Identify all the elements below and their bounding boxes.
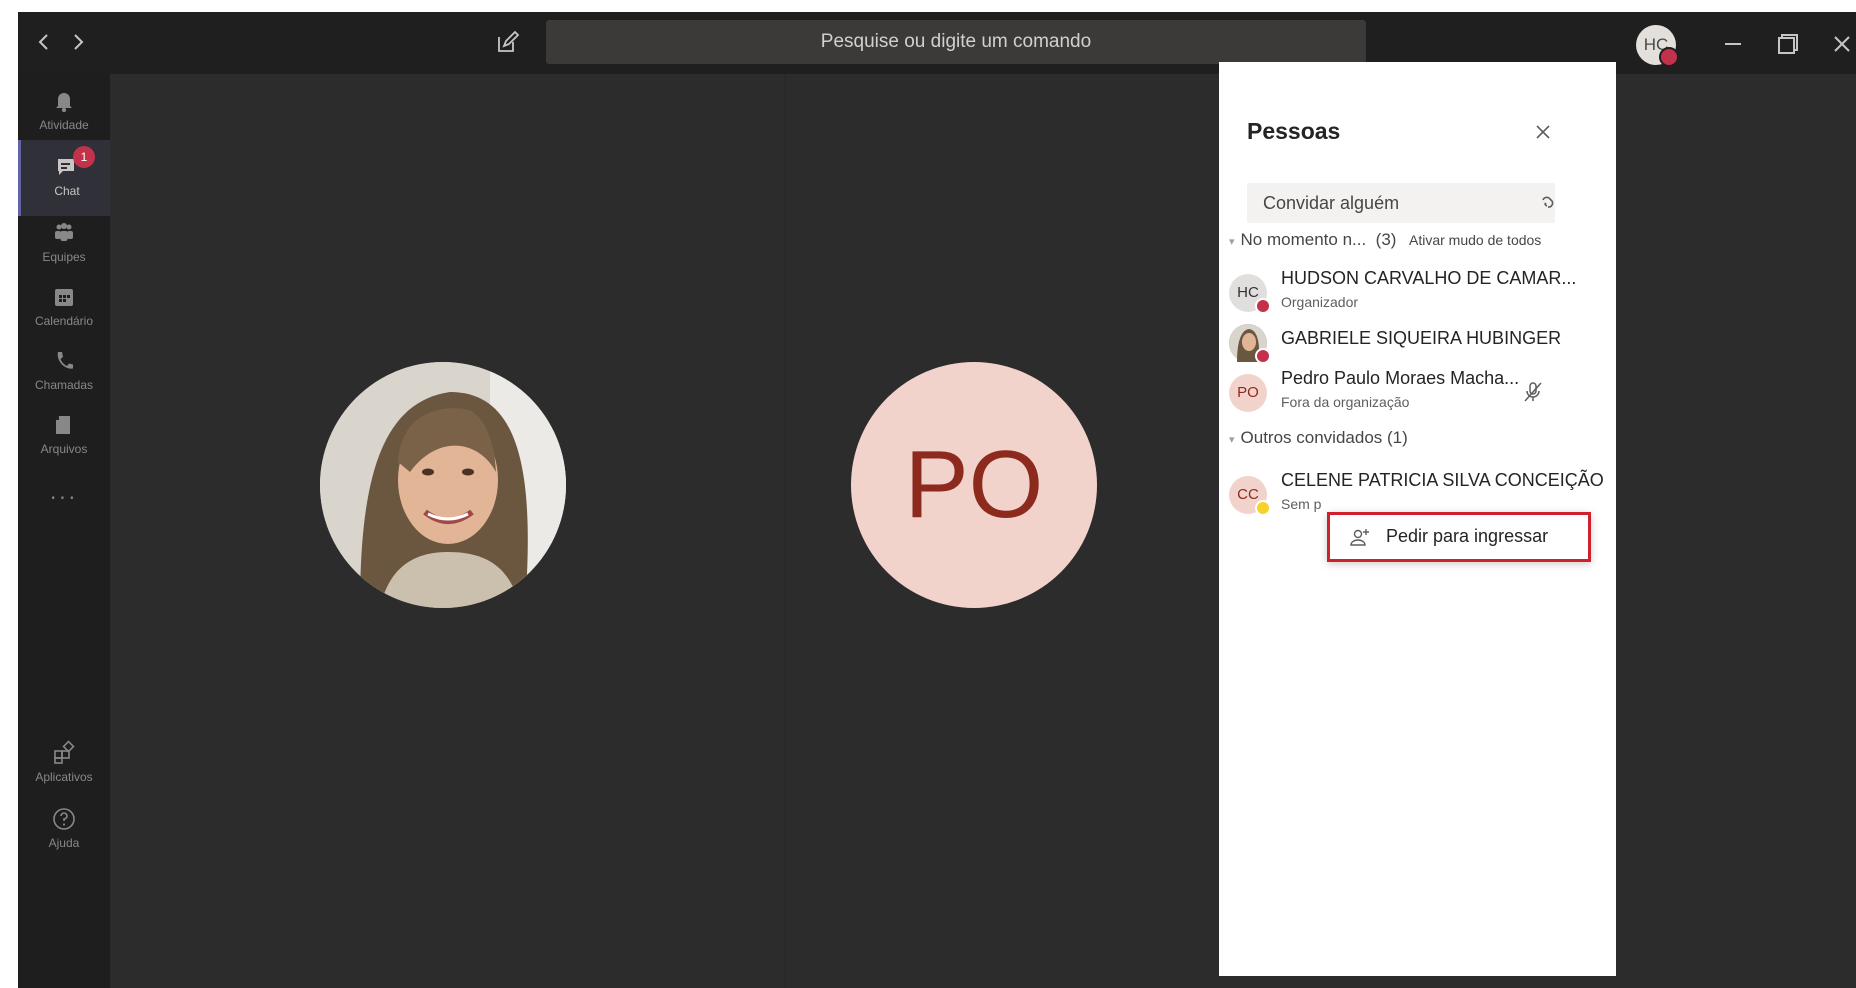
rail-label: Calendário [34, 314, 94, 328]
participant-photo-avatar [1229, 324, 1271, 364]
mic-off-indicator [1521, 380, 1545, 404]
participant-row[interactable]: HC HUDSON CARVALHO DE CAMAR... Organizad… [1229, 268, 1598, 318]
search-input[interactable]: Pesquise ou digite um comando [546, 20, 1366, 64]
rail-item-ajuda[interactable]: Ajuda [18, 792, 110, 868]
rail-label: Chat [54, 184, 80, 198]
rail-item-atividade[interactable]: Atividade [18, 74, 110, 150]
ask-to-join-menu-item[interactable]: Pedir para ingressar [1327, 512, 1591, 562]
chevron-right-icon [74, 34, 84, 50]
minimize-button[interactable] [1715, 26, 1751, 62]
participant-name: Pedro Paulo Moraes Macha... [1281, 368, 1520, 388]
section-current-participants[interactable]: ▾ No momento n... (3) [1229, 230, 1396, 250]
presence-away-icon [1255, 500, 1271, 516]
teams-icon [55, 223, 73, 241]
compose-button[interactable] [494, 28, 522, 56]
menu-label: Pedir para ingressar [1386, 526, 1549, 546]
collapse-caret-icon: ▾ [1229, 434, 1235, 446]
back-button[interactable] [30, 28, 58, 56]
participant-avatar: HC [1229, 274, 1271, 314]
more-apps-button[interactable]: ... [18, 474, 110, 514]
rail-label: Arquivos [40, 442, 88, 456]
participant-avatar: PO [1229, 374, 1267, 412]
participant-name: GABRIELE SIQUEIRA HUBINGER [1281, 328, 1562, 348]
rail-item-chat[interactable]: Chat 1 [18, 140, 113, 216]
section-other-invitees[interactable]: ▾ Outros convidados (1) [1229, 428, 1408, 448]
copy-link-button[interactable] [1537, 192, 1559, 214]
rail-label: Chamadas [34, 378, 94, 392]
panel-title: Pessoas [1247, 118, 1341, 144]
participant-initials: PO [904, 431, 1044, 538]
maximize-icon [1778, 34, 1798, 54]
presence-busy-icon [1659, 47, 1679, 67]
files-icon [56, 416, 70, 434]
rail-label: Equipes [42, 250, 86, 264]
invitee-name: CELENE PATRICIA SILVA CONCEIÇÃO [1281, 470, 1604, 490]
invitee-avatar: CC [1229, 476, 1271, 516]
chevron-left-icon [38, 34, 48, 50]
portrait-image [320, 362, 566, 608]
link-icon [1542, 196, 1554, 208]
rail-label: Ajuda [48, 836, 80, 850]
section-count: (3) [1375, 230, 1397, 249]
rail-item-aplicativos[interactable]: Aplicativos [18, 726, 110, 802]
add-person-icon [1348, 526, 1372, 550]
participant-row[interactable]: GABRIELE SIQUEIRA HUBINGER [1229, 318, 1598, 368]
participant-avatar-po: PO [851, 362, 1097, 608]
participant-photo-gabriele [320, 362, 566, 608]
participant-role: Organizador [1281, 294, 1359, 310]
apps-icon [54, 740, 75, 764]
user-avatar[interactable]: HC [1636, 25, 1679, 67]
participant-row[interactable]: PO Pedro Paulo Moraes Macha... Fora da o… [1229, 368, 1598, 418]
mic-off-icon [1524, 382, 1542, 402]
help-icon [53, 808, 75, 830]
forward-button[interactable] [64, 28, 92, 56]
stage-divider [784, 74, 786, 988]
presence-busy-icon [1255, 348, 1271, 364]
rail-label: Atividade [39, 118, 89, 132]
minimize-icon [1725, 43, 1741, 45]
invitee-initials: CC [1237, 486, 1259, 503]
app-rail: Atividade Chat 1 Equipes Calendário Cham… [18, 74, 113, 988]
notification-badge: 1 [73, 146, 95, 168]
people-panel: Pessoas Convidar alguém ▾ No momento n...… [1219, 62, 1616, 976]
teams-window: Pesquise ou digite um comando HC Ativida… [18, 12, 1856, 988]
mute-all-button[interactable]: Ativar mudo de todos [1409, 232, 1541, 248]
section-label: No momento n... [1240, 230, 1367, 249]
section-label: Outros convidados (1) [1240, 428, 1408, 447]
close-icon [1834, 36, 1850, 52]
more-icon: ... [49, 480, 79, 504]
participant-initials: PO [1237, 384, 1259, 401]
collapse-caret-icon: ▾ [1229, 236, 1235, 248]
compose-icon [498, 30, 520, 52]
participant-initials: HC [1237, 284, 1259, 301]
calendar-icon [55, 289, 73, 306]
close-panel-button[interactable] [1533, 120, 1553, 148]
presence-busy-icon [1255, 298, 1271, 314]
participant-org: Fora da organização [1281, 394, 1410, 410]
invitee-status: Sem p [1281, 496, 1322, 512]
close-icon [1536, 125, 1550, 139]
participant-name: HUDSON CARVALHO DE CAMAR... [1281, 268, 1577, 288]
invite-input[interactable]: Convidar alguém [1247, 183, 1555, 223]
rail-item-arquivos[interactable]: Arquivos [18, 398, 110, 474]
rail-label: Aplicativos [35, 770, 93, 784]
close-window-button[interactable] [1824, 26, 1856, 62]
maximize-button[interactable] [1769, 26, 1805, 62]
phone-icon [57, 352, 73, 369]
bell-icon [56, 93, 72, 113]
